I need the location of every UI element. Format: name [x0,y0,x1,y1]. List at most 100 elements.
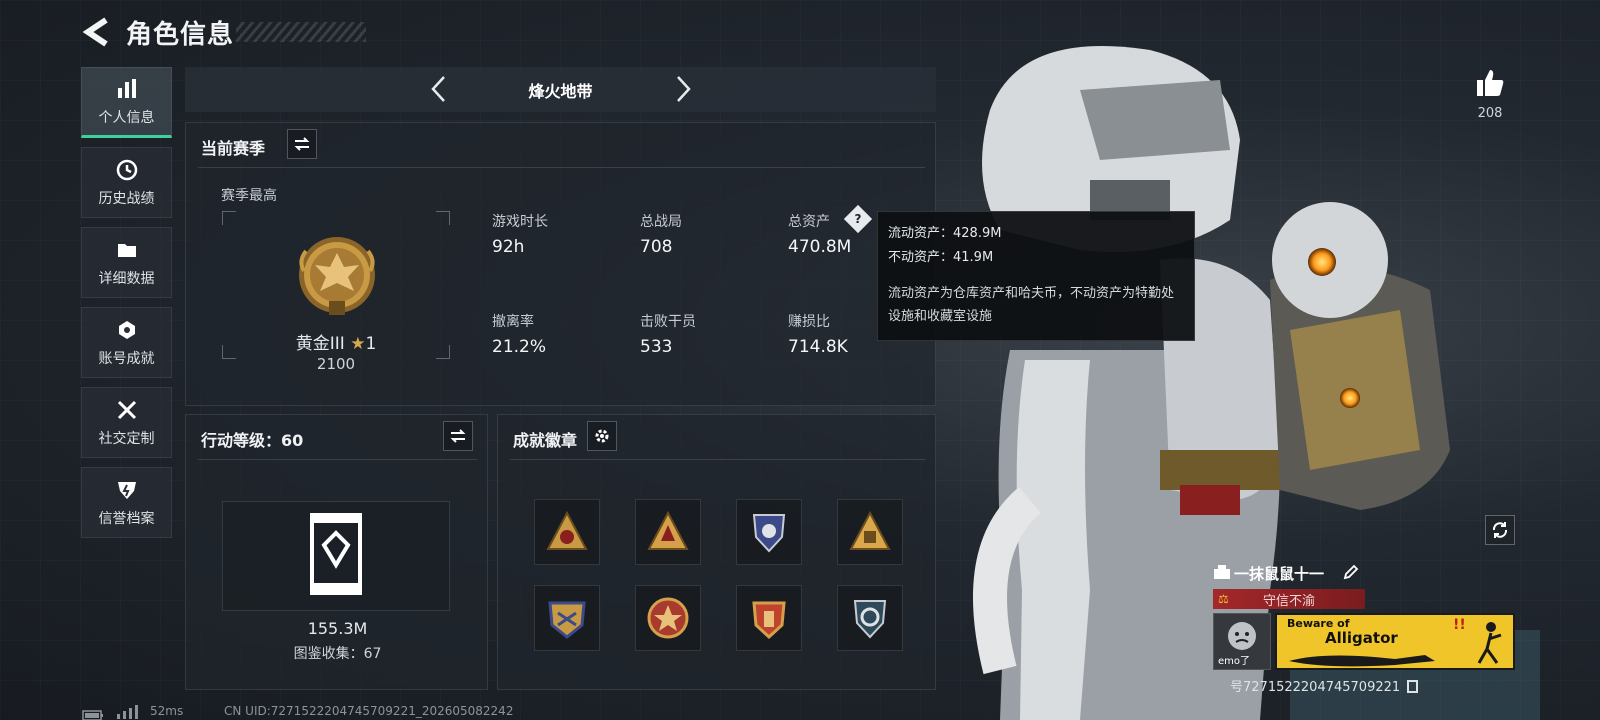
warning-icon: !! [1453,617,1466,633]
rank-info: 黄金III ★1 [246,329,426,354]
badge-8-icon [853,600,887,639]
network-ping: 52ms [150,704,184,718]
pencil-icon [1343,564,1359,580]
avatar[interactable]: emo了 [1213,613,1271,670]
tooltip-description: 流动资产为仓库资产和哈夫币，不动资产为特勤处设施和收藏室设施 [888,286,1175,324]
stat-value-playtime: 92h [492,237,525,257]
back-arrow-icon [82,17,108,47]
badge-3-icon [752,514,786,553]
stat-value-profit-loss-ratio: 714.8K [788,337,848,357]
rank-star-icon: ★ [350,334,366,354]
badge-settings-button[interactable] [587,421,617,451]
footer-uid: CN UID:7271522204745709221_202605082242 [224,704,514,718]
shield-emblem-icon [115,478,139,502]
sidebar-item-detailed-data[interactable]: 详细数据 [81,227,172,298]
sidebar-item-account-achievements[interactable]: 账号成就 [81,307,172,378]
badge-slot-1[interactable] [534,499,600,565]
player-tag-icon [1213,564,1231,584]
current-season-panel: 当前赛季 赛季最高 黄金III ★1 2100 游戏时长 92h 总战局 708… [185,122,936,406]
divider [198,459,477,460]
badge-slot-3[interactable] [736,499,802,565]
back-button[interactable] [78,14,114,50]
scale-icon: ⚖ [1218,592,1229,606]
assets-tooltip: 流动资产：428.9M 不动资产：41.9M 流动资产为仓库资产和哈夫币，不动资… [877,211,1195,341]
avatar-label: emo了 [1218,656,1251,667]
rank-name: 黄金III [295,334,345,354]
alligator-icon [1289,655,1435,667]
action-level-panel: 行动等级：60 155.3M 图鉴收集：67 [185,414,488,690]
stat-label-playtime: 游戏时长 [492,214,548,230]
divider [198,167,925,168]
tools-icon [115,398,139,422]
badge-7-icon [752,601,786,640]
swap-icon [450,429,466,443]
rank-score: 2100 [316,355,356,373]
rank-emblem-icon [296,231,378,325]
running-person-icon [1477,622,1502,664]
collection-case-icon [310,513,362,599]
switch-action-button[interactable] [443,421,473,451]
mode-tab-bar: 烽火地带 [185,67,936,112]
question-icon: ? [854,212,862,226]
sidebar-item-label: 详细数据 [98,270,155,287]
like-count: 208 [1477,106,1503,121]
player-uid: 号7271522204745709221 [1230,676,1419,695]
stat-value-extraction-rate: 21.2% [492,337,547,357]
badge-1-icon [546,510,588,550]
next-mode-button[interactable] [669,74,699,104]
chevron-right-icon [677,76,691,102]
stat-label-profit-loss-ratio: 赚损比 [788,314,830,330]
badge-6-icon [647,597,689,639]
divider [510,459,925,460]
badge-4-icon [849,510,891,550]
sidebar-item-label: 社交定制 [98,430,155,447]
swap-icon [294,137,310,151]
player-name: 一抹鼠鼠十一 [1234,565,1325,583]
badge-slot-4[interactable] [837,499,903,565]
achievement-badges-panel: 成就徽章 [497,414,936,690]
badge-5-icon [548,601,586,639]
page-title: 角色信息 [126,20,235,50]
name-card-banner[interactable]: Beware of Alligator !! [1275,613,1515,670]
rotate-character-button[interactable] [1485,515,1515,545]
sidebar-item-personal-info[interactable]: 个人信息 [81,67,172,138]
like-button[interactable] [1473,66,1507,100]
badge-slot-6[interactable] [635,585,701,651]
sidebar-item-reputation-file[interactable]: 信誉档案 [81,467,172,538]
badge-slot-8[interactable] [837,585,903,651]
season-title: 当前赛季 [201,139,266,158]
switch-season-button[interactable] [287,129,317,159]
collection-value: 155.3M [307,619,368,638]
badge-slot-7[interactable] [736,585,802,651]
collection-count: 图鉴收集：67 [293,646,382,662]
badge-slot-2[interactable] [635,499,701,565]
stat-label-operators-defeated: 击败干员 [640,314,696,330]
folder-icon [115,238,139,262]
badge-slot-5[interactable] [534,585,600,651]
action-level-title: 行动等级：60 [201,431,304,450]
stat-label-total-matches: 总战局 [640,214,682,230]
badges-title: 成就徽章 [513,431,578,450]
rank-stars: 1 [365,334,377,354]
edit-name-button[interactable] [1343,564,1359,584]
stat-value-operators-defeated: 533 [640,337,673,357]
tooltip-fixed-assets: 不动资产：41.9M [888,250,994,265]
sidebar-item-history[interactable]: 历史战绩 [81,147,172,218]
sidebar-item-label: 信誉档案 [98,510,155,527]
reputation-badge: ⚖ 守信不渝 [1213,589,1365,609]
stat-label-extraction-rate: 撤离率 [492,314,534,330]
mode-title: 烽火地带 [528,81,593,101]
stat-value-total-matches: 708 [640,237,673,257]
prev-mode-button[interactable] [423,74,453,104]
achievement-icon [115,318,139,342]
bar-chart-icon [115,77,139,101]
sidebar-item-label: 个人信息 [98,109,155,126]
title-decoration [236,22,366,42]
sidebar-item-label: 账号成就 [98,350,155,367]
battery-icon [82,706,104,720]
history-clock-icon [115,158,139,182]
chevron-left-icon [431,76,445,102]
copy-icon[interactable] [1407,680,1419,693]
player-uid-text: 号7271522204745709221 [1230,680,1401,695]
sidebar-item-social-customization[interactable]: 社交定制 [81,387,172,458]
